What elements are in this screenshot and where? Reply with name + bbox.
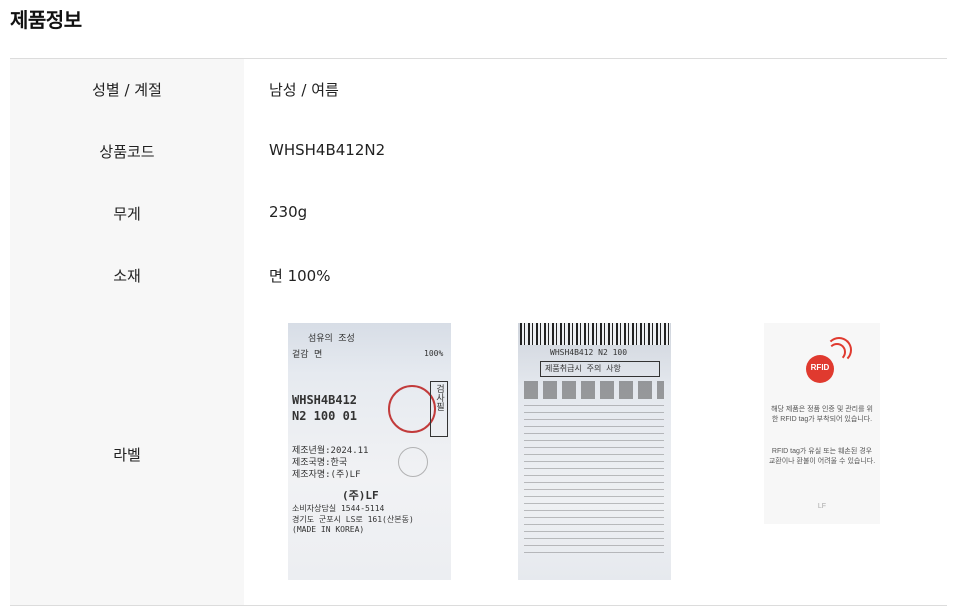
signal-wave-icon [826, 337, 852, 363]
rfid-warning-text: RFID tag가 유실 또는 훼손된 경우 교환이나 환불이 어려울 수 있습… [768, 448, 876, 465]
row-value-product-code: WHSH4B412N2 [269, 141, 386, 159]
row-value-material: 면 100% [269, 267, 331, 285]
rfid-badge-text: RFID [810, 363, 830, 372]
barcode-icon [520, 323, 670, 345]
watermark-circle-icon [398, 447, 428, 477]
product-info-table: 성별 / 계절 남성 / 여름 상품코드 WHSH4B412N2 무게 230g… [10, 58, 947, 606]
tag-brand: (주)LF [342, 489, 379, 502]
tag-text: 제조자명:(주)LF [292, 470, 361, 480]
care-symbols-icon [524, 381, 664, 399]
care-header-box: 제품취급시 주의 사항 [540, 361, 660, 377]
row-label-label: 라벨 [113, 446, 141, 464]
tag-text: (MADE IN KOREA) [292, 525, 365, 534]
tag-text: 소비자상담실 1544-5114 [292, 504, 385, 513]
tag-text: 제품취급시 주의 사항 [545, 364, 621, 373]
row-value-weight: 230g [269, 203, 308, 221]
rfid-notice-text: 해당 제품은 정품 인증 및 관리를 위한 RFID tag가 부착되어 있습니… [771, 406, 873, 423]
row-label-material: 소재 [113, 267, 141, 285]
tag-text: 겉감 면 [292, 350, 323, 360]
tag-code: WHSH4B412 [292, 393, 358, 407]
row-label-gender-season: 성별 / 계절 [92, 81, 162, 99]
tag-code: WHSH4B412 N2 100 [550, 348, 628, 357]
rfid-notice-image: RFID 해당 제품은 정품 인증 및 관리를 위한 RFID tag가 부착되… [764, 323, 880, 524]
tag-text: 경기도 군포시 LS로 161(산본동) [292, 515, 414, 524]
tag-text: 검사필 [434, 384, 444, 411]
tag-text: 100% [424, 349, 444, 358]
page-title: 제품정보 [10, 8, 82, 32]
tag-code: N2 100 01 [292, 409, 358, 423]
lf-logo: LF [817, 503, 827, 510]
care-label-image-instructions: WHSH4B412 N2 100 제품취급시 주의 사항 [518, 323, 671, 580]
care-instructions-text [524, 405, 664, 555]
tag-text: 섬유의 조성 [308, 334, 355, 344]
row-value-gender-season: 남성 / 여름 [269, 81, 339, 99]
row-label-weight: 무게 [113, 205, 141, 223]
inspection-box: 검사필 [430, 381, 448, 437]
inspection-stamp-icon [388, 385, 436, 433]
row-label-product-code: 상품코드 [99, 143, 155, 161]
care-label-image-composition: 섬유의 조성 겉감 면 100% WHSH4B412 N2 100 01 검사필… [288, 323, 451, 580]
